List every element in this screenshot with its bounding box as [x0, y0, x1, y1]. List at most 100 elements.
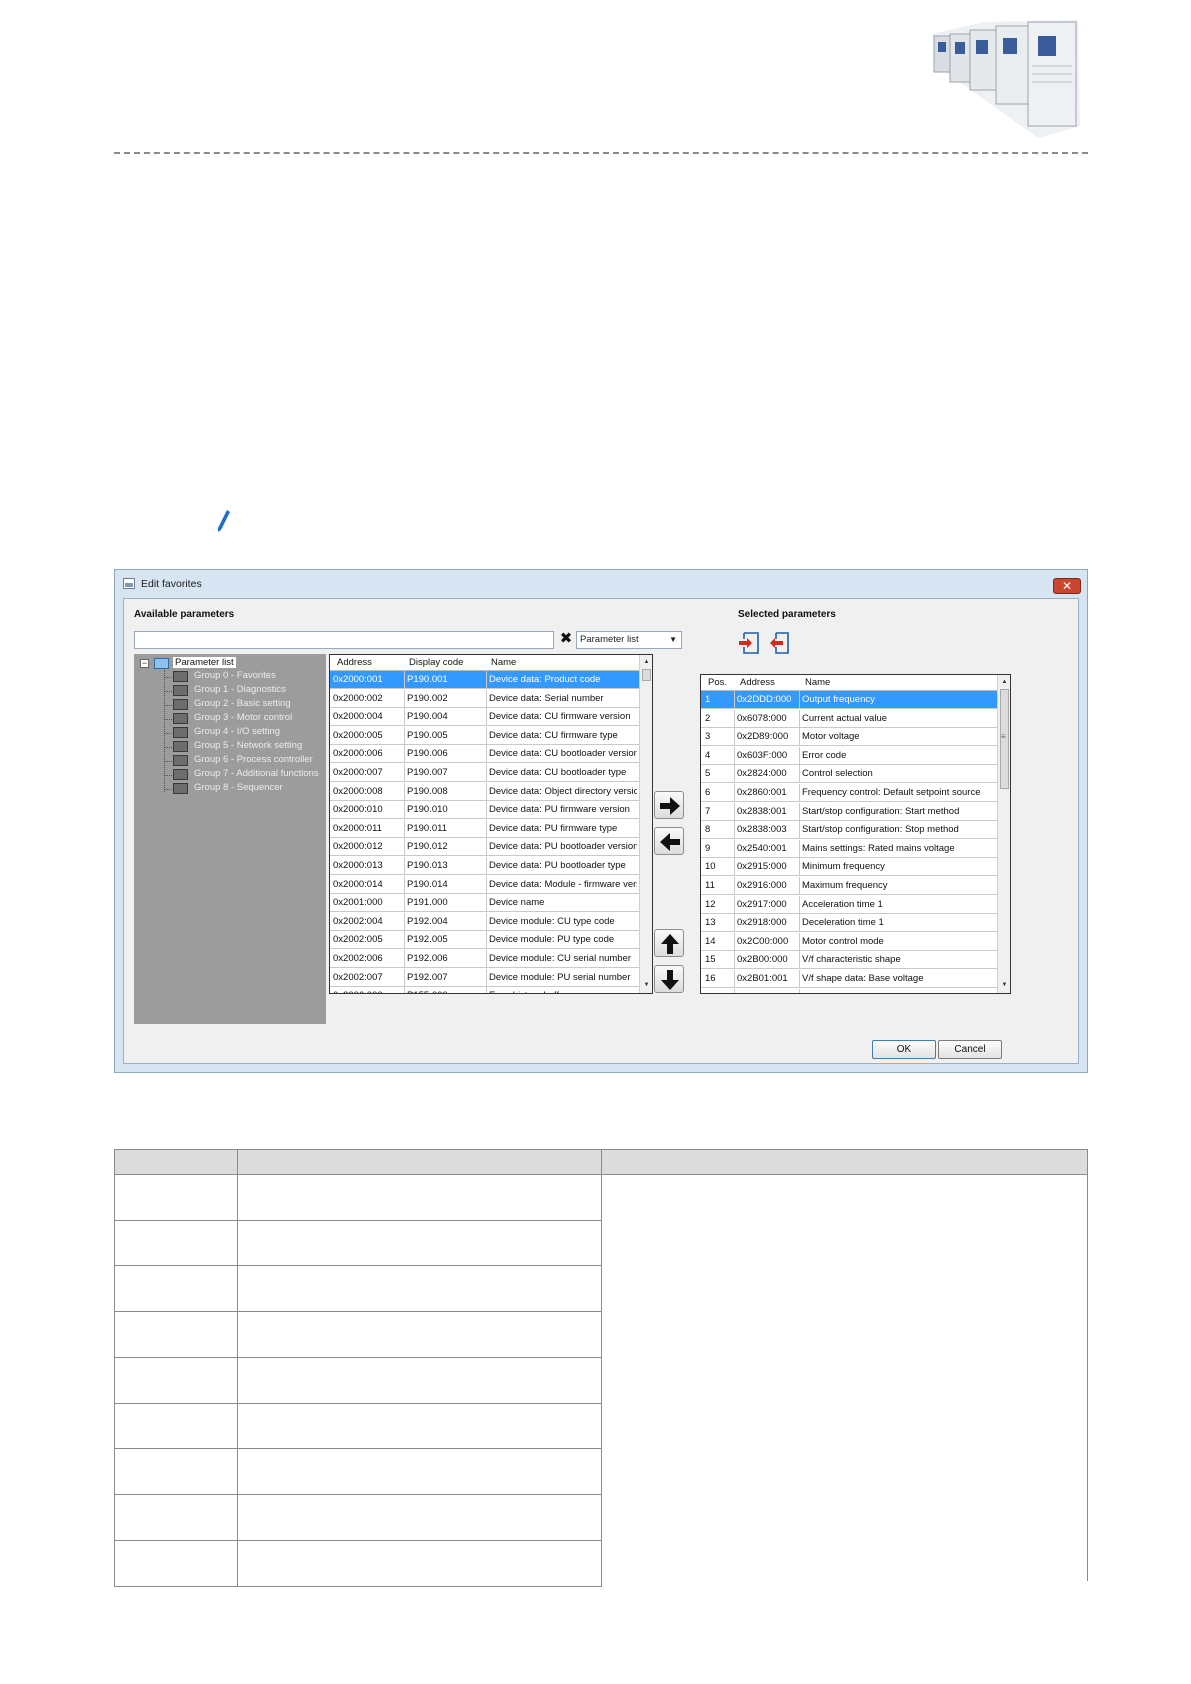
column-separator — [404, 708, 405, 726]
table-row[interactable]: 4 0x603F:000 Error code — [701, 746, 997, 765]
folder-icon — [173, 727, 188, 738]
table-row[interactable]: 1 0x2DDD:000 Output frequency — [701, 691, 997, 709]
column-separator — [799, 728, 800, 746]
table-row[interactable]: 0x2000:012 P190.012 Device data: PU bootlo… — [330, 838, 639, 857]
table-row[interactable]: 0x2000:002 P190.002 Device data: Serial nu… — [330, 689, 639, 708]
table-row[interactable]: 15 0x2B00:000 V/f characteristic shape — [701, 951, 997, 970]
export-icon[interactable] — [768, 631, 790, 655]
table-row[interactable]: 16 0x2B01:001 V/f shape data: Base voltage — [701, 970, 997, 988]
column-separator — [799, 784, 800, 801]
available-parameters-label: Available parameters — [134, 609, 235, 620]
table-row[interactable]: 0x2000:014 P190.014 Device data: Module - … — [330, 875, 639, 894]
table-row[interactable]: 0x2000:013 P190.013 Device data: PU bootlo… — [330, 857, 639, 875]
arrow-left-icon — [660, 833, 680, 851]
add-to-favorites-button[interactable] — [654, 791, 684, 819]
table-row[interactable]: 0x2000:006 P190.006 Device data: CU bootlo… — [330, 745, 639, 764]
column-header-address[interactable]: Address — [740, 677, 775, 688]
close-button[interactable]: ✕ — [1053, 578, 1081, 594]
vertical-scrollbar[interactable]: ▲ ▼ — [639, 655, 652, 993]
parameter-tree[interactable]: − Parameter list Group 0 - Favorites Grou… — [134, 654, 326, 1024]
table-row[interactable]: 0x2000:005 P190.005 Device data: CU firmwa… — [330, 726, 639, 745]
scroll-grip: ≡ — [1001, 732, 1006, 741]
filter-select-value: Parameter list — [580, 634, 639, 645]
table-row[interactable]: 0x2001:000 P191.000 Device name — [330, 894, 639, 913]
table-row[interactable]: 5 0x2824:000 Control selection — [701, 765, 997, 784]
selected-parameters-table[interactable]: Pos. Address Name 1 0x2DDD:000 Output freq… — [700, 674, 1011, 994]
table-cell-pos: 15 — [705, 954, 716, 966]
table-cell-display-code: P190.001 — [407, 674, 448, 685]
table-cell-display-code: P192.007 — [407, 971, 448, 983]
table-cell-address: 0x6078:000 — [737, 712, 787, 724]
table-row[interactable]: 0x2000:010 P190.010 Device data: PU firmwa… — [330, 801, 639, 820]
filter-select[interactable]: Parameter list ▼ — [576, 631, 682, 649]
table-row[interactable]: 0x2000:008 P190.008 Device data: Object di… — [330, 782, 639, 801]
column-separator — [404, 875, 405, 893]
table-row[interactable]: 0x2002:005 P192.005 Device module: PU type… — [330, 931, 639, 950]
table-cell-address: 0x2838:003 — [737, 824, 787, 836]
window-icon — [123, 578, 135, 589]
table-row[interactable]: 0x2002:006 P192.006 Device module: CU seri… — [330, 950, 639, 968]
import-icon[interactable] — [738, 631, 760, 655]
table-row[interactable]: 0x2002:007 P192.007 Device module: PU seri… — [330, 968, 639, 987]
move-down-button[interactable] — [654, 965, 684, 993]
table-cell-display-code: P190.005 — [407, 729, 448, 741]
table-row[interactable]: 11 0x2916:000 Maximum frequency — [701, 877, 997, 895]
table-row[interactable]: 6 0x2860:001 Frequency control: Default se… — [701, 784, 997, 802]
scroll-down-icon[interactable]: ▼ — [640, 979, 652, 991]
table-row[interactable]: 9 0x2540:001 Mains settings: Rated mains v… — [701, 839, 997, 858]
vertical-scrollbar[interactable]: ▲ ≡ ▼ — [997, 675, 1010, 993]
ok-button[interactable]: OK — [872, 1040, 936, 1059]
column-header-name[interactable]: Name — [805, 677, 830, 688]
column-separator — [404, 745, 405, 763]
column-separator — [734, 728, 735, 746]
table-row[interactable]: 3 0x2D89:000 Motor voltage — [701, 728, 997, 747]
table-cell-pos: 5 — [705, 768, 711, 780]
available-parameters-table[interactable]: Address Display code Name 0x2000:001 P190… — [329, 654, 653, 994]
scroll-thumb[interactable]: ≡ — [1000, 689, 1009, 789]
table-cell-address: 0x603F:000 — [737, 749, 788, 761]
table-cell — [114, 1219, 238, 1267]
table-cell-name: Device data: PU bootloader type — [489, 860, 626, 871]
table-row[interactable]: 0x2000:007 P190.007 Device data: CU bootlo… — [330, 764, 639, 782]
cancel-button[interactable]: Cancel — [938, 1040, 1002, 1059]
table-row[interactable]: 13 0x2918:000 Deceleration time 1 — [701, 914, 997, 933]
remove-from-favorites-button[interactable] — [654, 827, 684, 855]
table-row[interactable]: 0x2000:011 P190.011 Device data: PU firmwa… — [330, 819, 639, 838]
table-row[interactable]: 8 0x2838:003 Start/stop configuration: Sto… — [701, 821, 997, 840]
table-row[interactable]: 0x2000:001 P190.001 Device data: Product c… — [330, 671, 639, 689]
table-cell-address: 0x2000:001 — [333, 674, 383, 685]
scroll-up-icon[interactable]: ▲ — [640, 656, 652, 668]
table-row[interactable]: 7 0x2838:001 Start/stop configuration: Sta… — [701, 802, 997, 821]
clear-search-icon[interactable]: ✖ — [558, 630, 574, 648]
table-row[interactable]: 14 0x2C00:000 Motor control mode — [701, 932, 997, 951]
column-header-pos[interactable]: Pos. — [708, 677, 727, 688]
table-cell-name: Deceleration time 1 — [802, 917, 884, 929]
dialog-body: Available parameters Selected parameters… — [123, 598, 1079, 1064]
collapse-icon[interactable]: − — [140, 659, 149, 668]
column-header-name[interactable]: Name — [491, 657, 516, 668]
column-separator — [799, 691, 800, 708]
table-row[interactable]: 10 0x2915:000 Minimum frequency — [701, 858, 997, 877]
table-row[interactable]: 17 0x2B01:002V/f shape data: Base frequen… — [701, 988, 997, 993]
scroll-down-icon[interactable]: ▼ — [998, 979, 1010, 991]
table-cell-name: Current actual value — [802, 712, 888, 724]
search-input[interactable] — [134, 631, 554, 649]
column-header-address[interactable]: Address — [337, 657, 372, 668]
table-cell-name: Device data: CU firmware type — [489, 729, 618, 741]
table-row[interactable]: 0x2000:004 P190.004 Device data: CU firmwa… — [330, 708, 639, 727]
column-separator — [734, 784, 735, 801]
scroll-thumb[interactable] — [642, 669, 651, 681]
column-header-display-code[interactable]: Display code — [409, 657, 463, 668]
table-cell-pos: 14 — [705, 935, 716, 947]
column-separator — [486, 708, 487, 726]
table-cell-address: 0x2000:012 — [333, 841, 383, 853]
table-cell-address: 0x2002:004 — [333, 915, 383, 927]
tree-connector — [164, 719, 172, 720]
table-row[interactable]: 12 0x2917:000 Acceleration time 1 — [701, 895, 997, 914]
column-separator — [404, 671, 405, 688]
move-up-button[interactable] — [654, 929, 684, 957]
scroll-up-icon[interactable]: ▲ — [998, 676, 1010, 688]
table-row[interactable]: 0x2002:004 P192.004 Device module: CU type… — [330, 912, 639, 931]
table-row[interactable]: 0x2006:000 P155.000 Error history buffer — [330, 987, 639, 993]
table-row[interactable]: 2 0x6078:000 Current actual value — [701, 709, 997, 728]
